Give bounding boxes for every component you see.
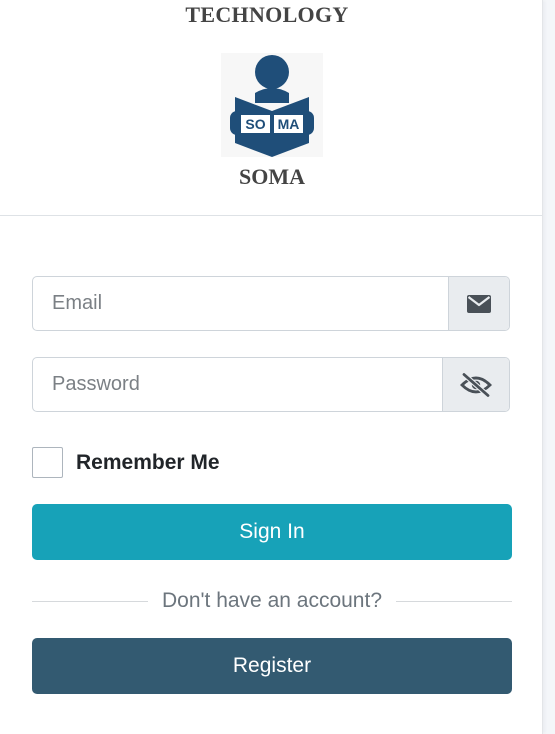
email-input-group — [32, 276, 510, 331]
login-card: TECHNOLOGY SO MA SOMA Email Remember Me … — [0, 0, 543, 734]
logo-text-left: SO — [245, 116, 265, 132]
remember-label[interactable]: Remember Me — [76, 451, 220, 475]
password-input[interactable] — [33, 358, 442, 411]
remember-me: Remember Me — [32, 447, 220, 478]
divider-text: Don't have an account? — [162, 589, 382, 612]
register-button[interactable]: Register — [32, 638, 512, 694]
reader-logo-icon: SO MA — [230, 55, 314, 157]
remember-checkbox[interactable] — [32, 447, 63, 478]
soma-logo: SO MA — [221, 53, 323, 157]
password-input-group — [32, 357, 510, 412]
brand-top-text: TECHNOLOGY — [185, 2, 349, 27]
brand-bottom-text: SOMA — [239, 164, 305, 189]
logo-text-right: MA — [278, 116, 300, 132]
password-toggle-button[interactable] — [442, 358, 509, 411]
signin-button[interactable]: Sign In — [32, 504, 512, 560]
envelope-icon — [467, 294, 491, 313]
eye-slash-icon — [460, 372, 492, 397]
email-addon — [448, 277, 509, 330]
divider-line-left — [32, 600, 148, 602]
page: TECHNOLOGY SO MA SOMA Email Remember Me … — [0, 0, 555, 734]
email-input[interactable] — [33, 277, 448, 330]
account-divider: Don't have an account? — [32, 586, 512, 616]
divider-line-right — [396, 600, 512, 602]
card-header: TECHNOLOGY SO MA SOMA — [0, 0, 542, 216]
